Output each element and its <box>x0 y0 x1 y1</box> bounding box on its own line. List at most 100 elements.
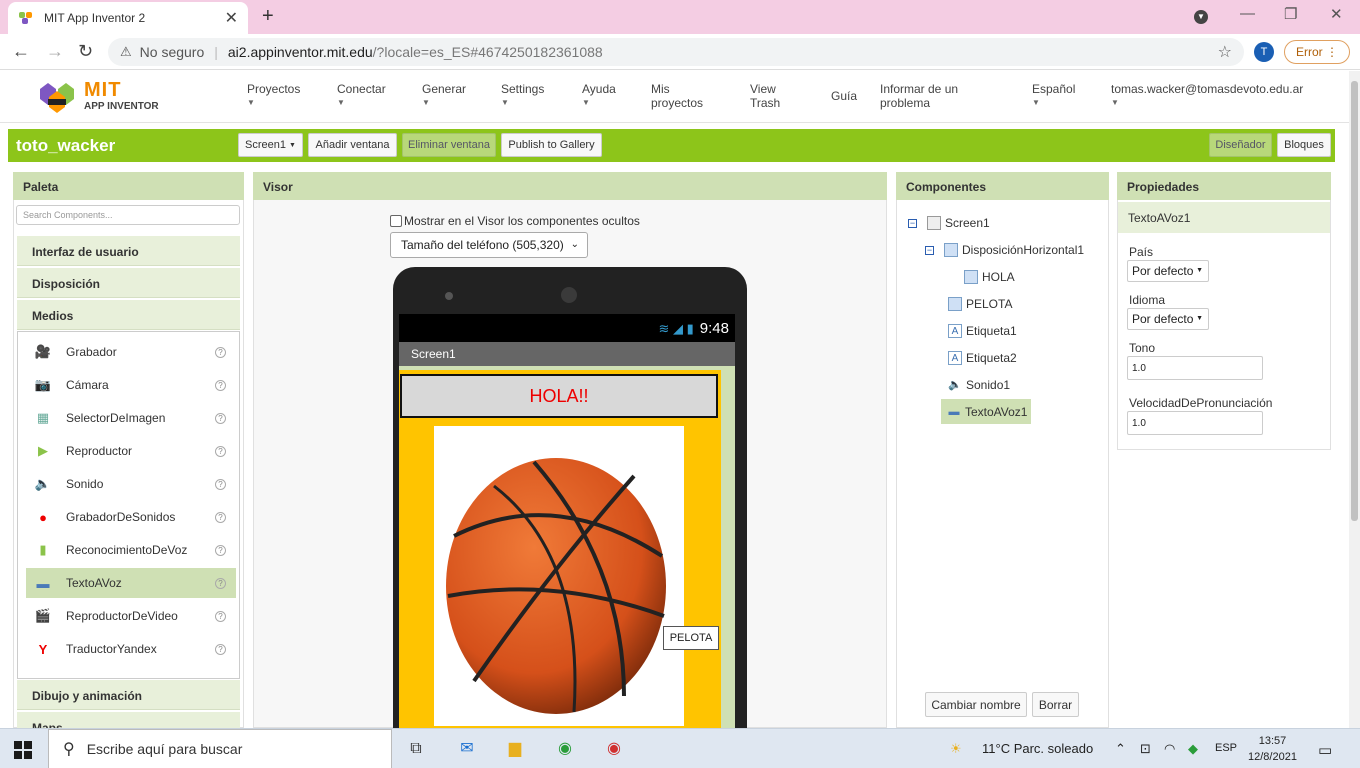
browser-tab[interactable]: MIT App Inventor 2 ✕ <box>8 2 248 34</box>
tree-node-etiqueta1[interactable]: A Etiqueta1 <box>948 320 1017 342</box>
menu-user-account[interactable]: tomas.wacker@tomasdevoto.edu.ar ▼ <box>1111 82 1303 110</box>
horizontal-arrangement-icon <box>944 243 958 257</box>
phone-size-select[interactable]: Tamaño del teléfono (505,320) ⌄ <box>390 232 588 258</box>
mit-app-inventor-logo[interactable]: MIT APP INVENTOR <box>36 77 176 117</box>
country-dropdown[interactable]: Por defecto ▼ <box>1127 260 1209 282</box>
category-dibujo-animacion[interactable]: Dibujo y animación <box>17 680 240 710</box>
restore-icon[interactable]: ❐ <box>1284 5 1297 23</box>
palette-item-reconocimiento-voz[interactable]: ▮ ReconocimientoDeVoz? <box>26 535 236 565</box>
weather-text[interactable]: 11°C Parc. soleado <box>982 741 1093 756</box>
menu-settings[interactable]: Settings ▼ <box>501 82 544 110</box>
menu-proyectos[interactable]: Proyectos ▼ <box>247 82 300 110</box>
link-mis-proyectos[interactable]: Mis proyectos <box>651 82 703 110</box>
windows-start-icon[interactable] <box>14 741 32 759</box>
close-window-icon[interactable]: ✕ <box>1330 5 1343 23</box>
tray-overflow-icon[interactable]: ⌃ <box>1115 741 1126 757</box>
forward-icon[interactable]: → <box>46 41 64 62</box>
show-hidden-checkbox[interactable] <box>390 215 402 227</box>
rename-button[interactable]: Cambiar nombre <box>925 692 1027 717</box>
bookmark-star-icon[interactable]: ☆ <box>1218 42 1232 62</box>
language-dropdown[interactable]: Por defecto ▼ <box>1127 308 1209 330</box>
publish-gallery-button[interactable]: Publish to Gallery <box>501 133 602 157</box>
error-button[interactable]: Error ⋮ <box>1284 40 1350 64</box>
reload-icon[interactable]: ↻ <box>78 41 93 62</box>
tree-node-hola[interactable]: HOLA <box>964 266 1015 288</box>
network-icon[interactable]: ⊡ <box>1140 741 1151 757</box>
palette-item-grabador-sonidos[interactable]: ● GrabadorDeSonidos? <box>26 502 236 532</box>
palette-item-selector-imagen[interactable]: ▦ SelectorDeImagen? <box>26 403 236 433</box>
help-icon[interactable]: ? <box>215 643 226 655</box>
tree-node-disposicion-horizontal1[interactable]: − DisposiciónHorizontal1 <box>925 239 1084 261</box>
tree-node-screen1[interactable]: − Screen1 <box>908 212 990 234</box>
palette-item-reproductor[interactable]: ▶ Reproductor? <box>26 436 236 466</box>
component-search-input[interactable]: Search Components... <box>16 205 240 225</box>
back-icon[interactable]: ← <box>12 41 30 62</box>
palette-item-sonido[interactable]: 🔈 Sonido? <box>26 469 236 499</box>
palette-item-texto-a-voz[interactable]: ▬ TextoAVoz? <box>26 568 236 598</box>
designer-button[interactable]: Diseñador <box>1209 133 1272 157</box>
taskbar-clock[interactable]: 13:57 12/8/2021 <box>1248 733 1297 765</box>
help-icon[interactable]: ? <box>215 412 226 424</box>
task-view-icon[interactable]: ⧉ <box>404 737 428 761</box>
chrome-profile-icon[interactable]: ◉ <box>602 737 626 761</box>
palette-item-reproductor-video[interactable]: 🎬 ReproductorDeVideo? <box>26 601 236 631</box>
menu-generar[interactable]: Generar ▼ <box>422 82 466 110</box>
chevron-down-icon: ⌄ <box>570 239 579 250</box>
input-language[interactable]: ESP <box>1215 742 1237 754</box>
file-explorer-icon[interactable]: ▆ <box>503 737 527 761</box>
tree-node-etiqueta2[interactable]: A Etiqueta2 <box>948 347 1017 369</box>
close-tab-icon[interactable]: ✕ <box>225 8 238 28</box>
pitch-input[interactable]: 1.0 <box>1127 356 1263 380</box>
hola-button-preview[interactable]: HOLA!! <box>400 374 718 418</box>
help-icon[interactable]: ? <box>215 478 226 490</box>
remove-screen-button[interactable]: Eliminar ventana <box>402 133 496 157</box>
category-disposicion[interactable]: Disposición <box>17 268 240 298</box>
help-icon[interactable]: ? <box>215 577 226 589</box>
language-label: Idioma <box>1129 293 1166 307</box>
tree-node-pelota[interactable]: PELOTA <box>948 293 1012 315</box>
wifi-icon[interactable]: ◠ <box>1164 741 1175 757</box>
tree-node-textoavoz1[interactable]: ▬ TextoAVoz1 <box>941 399 1032 424</box>
screen-icon <box>927 216 941 230</box>
taskbar-search-box[interactable]: ⚲ Escribe aquí para buscar <box>48 729 392 768</box>
help-icon[interactable]: ? <box>215 610 226 622</box>
mail-icon[interactable]: ✉ <box>455 737 479 761</box>
pelota-image-preview[interactable] <box>434 426 684 726</box>
category-medios[interactable]: Medios <box>17 300 240 330</box>
scrollbar-thumb[interactable] <box>1351 81 1358 521</box>
screen-select-button[interactable]: Screen1 ▼ <box>238 133 303 157</box>
profile-avatar[interactable]: T <box>1254 42 1274 62</box>
palette-item-camara[interactable]: 📷 Cámara? <box>26 370 236 400</box>
collapse-icon[interactable]: − <box>925 245 934 255</box>
add-screen-button[interactable]: Añadir ventana <box>308 133 397 157</box>
help-icon[interactable]: ? <box>215 544 226 556</box>
show-hidden-row[interactable]: Mostrar en el Visor los componentes ocul… <box>390 214 640 228</box>
url-bar[interactable]: ⚠ No seguro | ai2.appinventor.mit.edu /?… <box>108 38 1244 66</box>
palette-item-traductor-yandex[interactable]: Y TraductorYandex? <box>26 634 236 664</box>
palette-item-grabador[interactable]: 🎥 Grabador? <box>26 337 236 367</box>
notifications-icon[interactable]: ▭ <box>1318 741 1332 759</box>
help-icon[interactable]: ? <box>215 511 226 523</box>
chrome-icon[interactable]: ◉ <box>553 737 577 761</box>
tree-node-sonido1[interactable]: 🔈 Sonido1 <box>948 374 1010 396</box>
security-shield-icon[interactable]: ◆ <box>1188 741 1198 757</box>
help-icon[interactable]: ? <box>215 379 226 391</box>
help-icon[interactable]: ? <box>215 445 226 457</box>
link-informar-problema[interactable]: Informar de un problema <box>880 82 958 110</box>
delete-button[interactable]: Borrar <box>1032 692 1079 717</box>
link-guia[interactable]: Guía <box>831 89 857 103</box>
new-tab-icon[interactable]: + <box>262 5 274 28</box>
menu-language[interactable]: Español ▼ <box>1032 82 1075 110</box>
tab-search-icon[interactable]: ▼ <box>1194 10 1208 24</box>
help-icon[interactable]: ? <box>215 346 226 358</box>
menu-ayuda[interactable]: Ayuda ▼ <box>582 82 616 110</box>
clock-time: 13:57 <box>1258 735 1287 747</box>
blocks-button[interactable]: Bloques <box>1277 133 1331 157</box>
page-scrollbar[interactable] <box>1349 71 1360 728</box>
minimize-icon[interactable]: — <box>1240 5 1255 22</box>
link-view-trash[interactable]: View Trash <box>750 82 780 110</box>
speech-rate-input[interactable]: 1.0 <box>1127 411 1263 435</box>
collapse-icon[interactable]: − <box>908 218 917 228</box>
category-interfaz-usuario[interactable]: Interfaz de usuario <box>17 236 240 266</box>
menu-conectar[interactable]: Conectar ▼ <box>337 82 386 110</box>
